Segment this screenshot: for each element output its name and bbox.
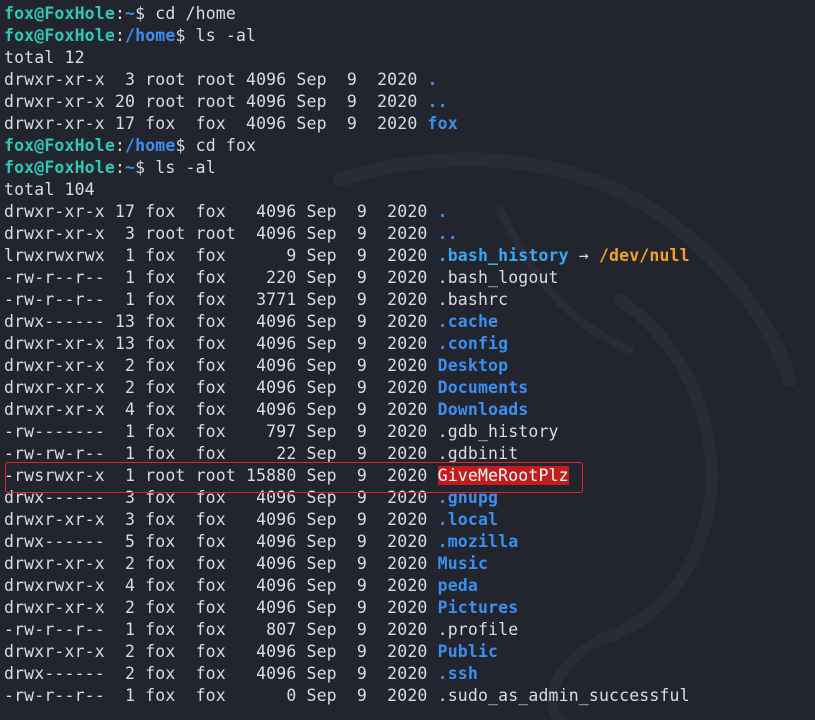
prompt-user: fox@FoxHole <box>4 158 115 177</box>
terminal-output: fox@FoxHole:~$ cd /home fox@FoxHole:/hom… <box>4 3 815 707</box>
prompt-line: fox@FoxHole:/home$ cd fox <box>4 136 257 155</box>
listing-row: drwxr-xr-x 17 fox fox 4096 Sep 9 2020 . <box>4 202 448 221</box>
listing-row: drwxr-xr-x 13 fox fox 4096 Sep 9 2020 .c… <box>4 334 509 353</box>
command-text: ls -al <box>155 158 216 177</box>
symlink-target: /dev/null <box>598 246 690 265</box>
prompt-line: fox@FoxHole:~$ ls -al <box>4 158 216 177</box>
prompt-user: fox@FoxHole <box>4 136 115 155</box>
command-text: ls -al <box>195 26 257 45</box>
command-text: cd fox <box>195 136 257 155</box>
listing-row: drwxr-xr-x 17 fox fox 4096 Sep 9 2020 fo… <box>4 114 458 133</box>
entry-name: .gdb_history <box>437 422 559 441</box>
entry-name: fox <box>427 114 458 133</box>
listing-row: -rw-r--r-- 1 fox fox 0 Sep 9 2020 .sudo_… <box>4 686 690 705</box>
entry-name: Downloads <box>437 400 529 419</box>
listing-row: drwxr-xr-x 2 fox fox 4096 Sep 9 2020 Pic… <box>4 598 519 617</box>
listing-row: drwxr-xr-x 4 fox fox 4096 Sep 9 2020 Dow… <box>4 400 529 419</box>
listing-row: drwxrwxr-x 4 fox fox 4096 Sep 9 2020 ped… <box>4 576 478 595</box>
prompt-line: fox@FoxHole:/home$ ls -al <box>4 26 257 45</box>
prompt-line: fox@FoxHole:~$ cd /home <box>4 4 236 23</box>
entry-name: .. <box>427 92 448 111</box>
prompt-user: fox@FoxHole <box>4 4 115 23</box>
listing-row: drwx------ 5 fox fox 4096 Sep 9 2020 .mo… <box>4 532 519 551</box>
prompt-path: ~ <box>125 4 136 23</box>
entry-name: .mozilla <box>437 532 519 551</box>
listing-row: drwxr-xr-x 3 fox fox 4096 Sep 9 2020 .lo… <box>4 510 499 529</box>
prompt-path: /home <box>125 136 176 155</box>
entry-name: Pictures <box>437 598 519 617</box>
entry-name: .bash_logout <box>437 268 559 287</box>
listing-total: total 104 <box>4 180 95 199</box>
entry-name: peda <box>437 576 478 595</box>
entry-name: .profile <box>437 620 519 639</box>
listing-row: drwxr-xr-x 2 fox fox 4096 Sep 9 2020 Pub… <box>4 642 499 661</box>
entry-name: .bash_history <box>437 246 569 265</box>
listing-row: drwxr-xr-x 2 fox fox 4096 Sep 9 2020 Doc… <box>4 378 529 397</box>
entry-name: .cache <box>437 312 499 331</box>
command-text: cd /home <box>155 4 236 23</box>
entry-name: .ssh <box>437 664 478 683</box>
listing-total: total 12 <box>4 48 85 67</box>
listing-row: -rw-r--r-- 1 fox fox 220 Sep 9 2020 .bas… <box>4 268 559 287</box>
listing-row: drwxr-xr-x 2 fox fox 4096 Sep 9 2020 Des… <box>4 356 509 375</box>
prompt-user: fox@FoxHole <box>4 26 115 45</box>
entry-name: . <box>427 70 438 89</box>
entry-name: .gdbinit <box>437 444 519 463</box>
suid-highlight-box <box>5 462 583 493</box>
listing-row: drwxr-xr-x 2 fox fox 4096 Sep 9 2020 Mus… <box>4 554 489 573</box>
entry-name: .config <box>437 334 509 353</box>
listing-row: drwx------ 2 fox fox 4096 Sep 9 2020 .ss… <box>4 664 478 683</box>
listing-row: -rw-r--r-- 1 fox fox 3771 Sep 9 2020 .ba… <box>4 290 509 309</box>
entry-name: .. <box>437 224 458 243</box>
listing-row: drwxr-xr-x 3 root root 4096 Sep 9 2020 . <box>4 70 438 89</box>
listing-row: drwx------ 13 fox fox 4096 Sep 9 2020 .c… <box>4 312 499 331</box>
listing-row: -rw-r--r-- 1 fox fox 807 Sep 9 2020 .pro… <box>4 620 519 639</box>
prompt-path: /home <box>125 26 176 45</box>
symlink-arrow: → <box>568 246 599 265</box>
listing-row: drwxr-xr-x 20 root root 4096 Sep 9 2020 … <box>4 92 448 111</box>
entry-name: Documents <box>437 378 529 397</box>
entry-name: . <box>437 202 448 221</box>
entry-name: Music <box>437 554 489 573</box>
prompt-path: ~ <box>125 158 136 177</box>
listing-row: -rw------- 1 fox fox 797 Sep 9 2020 .gdb… <box>4 422 559 441</box>
listing-row: drwxr-xr-x 3 root root 4096 Sep 9 2020 .… <box>4 224 458 243</box>
listing-row: lrwxrwxrwx 1 fox fox 9 Sep 9 2020 .bash_… <box>4 246 690 265</box>
entry-name: .local <box>437 510 499 529</box>
entry-name: Public <box>437 642 499 661</box>
entry-name: .sudo_as_admin_successful <box>437 686 690 705</box>
entry-name: .bashrc <box>437 290 509 309</box>
entry-name: Desktop <box>437 356 509 375</box>
